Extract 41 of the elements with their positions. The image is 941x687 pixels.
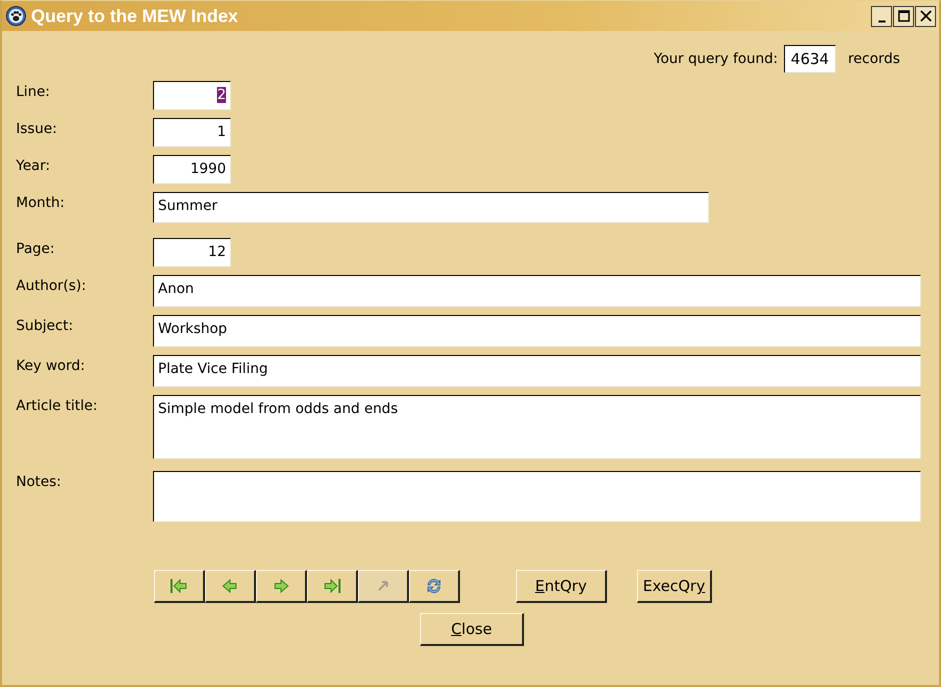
navigation-button[interactable] [205,570,256,603]
input-field[interactable]: 1 [153,118,231,147]
field-label: Year: [16,157,52,176]
paw-icon [6,6,26,26]
input-field[interactable]: Workshop [153,315,921,347]
go-last-icon [322,576,342,596]
navigation-button[interactable] [409,570,460,603]
maximize-button[interactable] [893,6,914,26]
action-button[interactable]: ExecQry [637,570,712,603]
close-button[interactable]: Close [420,613,524,646]
input-field[interactable]: 2 [153,81,231,110]
navigation-button[interactable] [307,570,358,603]
navigation-button[interactable] [256,570,307,603]
field-label: Article title: [16,397,98,416]
field-label: Issue: [16,120,58,139]
record-count: 4634 [784,45,836,73]
records-label: records [848,51,900,67]
navigation-button[interactable] [154,570,205,603]
input-field[interactable] [153,471,921,522]
input-field[interactable]: Summer [153,192,709,223]
field-label: Month: [16,194,66,213]
close-button[interactable] [915,6,936,26]
field-label: Author(s): [16,277,88,296]
input-field[interactable]: Simple model from odds and ends [153,395,921,459]
action-button[interactable]: EntQry [516,570,607,603]
go-first-icon [169,576,189,596]
maximize-icon [896,8,912,24]
window-title: Query to the MEW Index [31,6,240,26]
field-label: Line: [16,83,51,102]
field-label: Key word: [16,357,86,376]
close-icon [918,8,934,24]
input-field[interactable]: Plate Vice Filing [153,355,921,387]
input-field[interactable]: 12 [153,238,231,267]
input-field[interactable]: 1990 [153,155,231,184]
minimize-icon [878,20,886,22]
minimize-button[interactable] [871,6,892,26]
result-label: Your query found: [654,51,778,67]
field-label: Subject: [16,317,74,336]
field-label: Notes: [16,473,62,492]
input-field[interactable]: Anon [153,275,921,307]
field-label: Page: [16,240,56,259]
